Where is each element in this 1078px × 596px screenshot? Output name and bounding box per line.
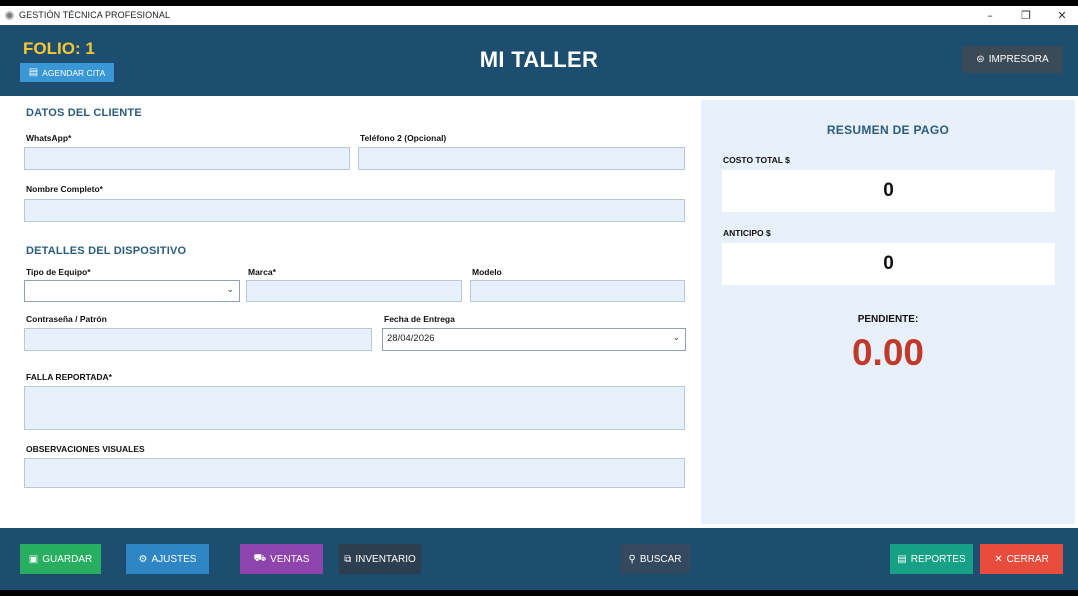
- window-titlebar: GESTIÓN TÉCNICA PROFESIONAL – ❐ ✕: [0, 6, 1078, 25]
- app-window: GESTIÓN TÉCNICA PROFESIONAL – ❐ ✕ FOLIO:…: [0, 6, 1078, 590]
- app-title: MI TALLER: [479, 47, 599, 72]
- password-label: Contraseña / Patrón: [26, 314, 107, 324]
- fecha-entrega-label: Fecha de Entrega: [384, 314, 455, 324]
- costo-total-label: COSTO TOTAL $: [723, 155, 790, 165]
- tipo-equipo-select[interactable]: ⌄: [24, 280, 240, 302]
- password-field[interactable]: [24, 328, 372, 351]
- modelo-field[interactable]: [470, 280, 685, 302]
- observaciones-field[interactable]: [24, 458, 685, 488]
- guardar-label: GUARDAR: [42, 553, 93, 565]
- marca-field[interactable]: [246, 280, 462, 302]
- resumen-pago-panel: RESUMEN DE PAGO COSTO TOTAL $ 0 ANTICIPO…: [701, 100, 1075, 524]
- observaciones-label: OBSERVACIONES VISUALES: [26, 444, 145, 454]
- falla-field[interactable]: [24, 386, 685, 430]
- reportes-label: REPORTES: [910, 553, 966, 565]
- telefono2-label: Teléfono 2 (Opcional): [360, 133, 447, 143]
- ajustes-button[interactable]: ⚙ AJUSTES: [126, 544, 209, 574]
- fecha-entrega-picker[interactable]: 28/04/2026 ⌄: [382, 328, 686, 351]
- cerrar-button[interactable]: ✕ CERRAR: [980, 544, 1063, 574]
- cerrar-label: CERRAR: [1006, 553, 1049, 565]
- tipo-equipo-label: Tipo de Equipo*: [26, 267, 91, 277]
- chevron-down-icon: ⌄: [226, 285, 234, 295]
- app-icon: [5, 11, 14, 20]
- anticipo-field[interactable]: 0: [722, 243, 1055, 285]
- buscar-label: BUSCAR: [639, 553, 682, 565]
- pendiente-label: PENDIENTE:: [857, 314, 919, 325]
- restore-button[interactable]: ❐: [1010, 6, 1042, 25]
- section-title-cliente: DATOS DEL CLIENTE: [26, 107, 142, 119]
- fecha-entrega-value: 28/04/2026: [387, 333, 435, 344]
- nombre-field[interactable]: [24, 199, 685, 222]
- inventario-button[interactable]: ⧉ INVENTARIO: [339, 544, 421, 574]
- chevron-down-icon: ⌄: [672, 333, 680, 343]
- whatsapp-label: WhatsApp*: [26, 133, 72, 143]
- reportes-button[interactable]: ▤ REPORTES: [890, 544, 973, 574]
- printer-icon: ⊜: [976, 54, 985, 65]
- ajustes-label: AJUSTES: [151, 553, 197, 565]
- header-bar: FOLIO: 1 ▤ AGENDAR CITA MI TALLER ⊜ IMPR…: [0, 25, 1078, 96]
- section-title-dispositivo: DETALLES DEL DISPOSITIVO: [26, 245, 187, 257]
- inventario-label: INVENTARIO: [355, 553, 416, 565]
- falla-label: FALLA REPORTADA*: [26, 372, 112, 382]
- box-icon: ⧉: [344, 553, 352, 565]
- pendiente-value: 0.00: [851, 332, 924, 373]
- footer-bar: ▣ GUARDAR ⚙ AJUSTES ⛟ VENTAS ⧉ INVENTARI…: [0, 528, 1078, 590]
- whatsapp-field[interactable]: [24, 147, 350, 170]
- anticipo-label: ANTICIPO $: [723, 228, 771, 238]
- impresora-button[interactable]: ⊜ IMPRESORA: [962, 46, 1063, 73]
- resumen-title: RESUMEN DE PAGO: [826, 123, 950, 137]
- ventas-button[interactable]: ⛟ VENTAS: [240, 544, 323, 574]
- close-window-button[interactable]: ✕: [1046, 6, 1078, 25]
- search-icon: ⚲: [628, 553, 636, 565]
- modelo-label: Modelo: [472, 267, 502, 277]
- window-title: GESTIÓN TÉCNICA PROFESIONAL: [19, 10, 171, 20]
- buscar-button[interactable]: ⚲ BUSCAR: [620, 544, 690, 574]
- close-icon: ✕: [994, 553, 1003, 565]
- telefono2-field[interactable]: [358, 147, 685, 170]
- impresora-label: IMPRESORA: [988, 54, 1049, 65]
- ventas-label: VENTAS: [270, 553, 310, 565]
- cart-icon: ⛟: [253, 552, 267, 564]
- save-icon: ▣: [28, 553, 39, 565]
- costo-total-field[interactable]: 0: [722, 170, 1055, 212]
- gear-icon: ⚙: [138, 553, 148, 565]
- minimize-button[interactable]: –: [974, 6, 1006, 25]
- report-icon: ▤: [897, 553, 907, 565]
- guardar-button[interactable]: ▣ GUARDAR: [20, 544, 101, 574]
- marca-label: Marca*: [248, 267, 276, 277]
- nombre-label: Nombre Completo*: [26, 184, 103, 194]
